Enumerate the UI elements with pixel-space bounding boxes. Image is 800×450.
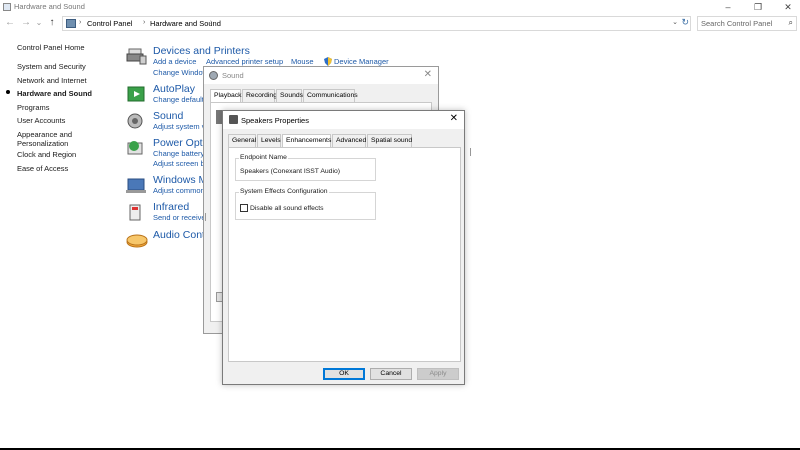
category-title[interactable]: Devices and Printers <box>153 45 250 57</box>
speaker-icon <box>209 71 218 80</box>
endpoint-group: Endpoint Name Speakers (Conexant ISST Au… <box>235 154 376 181</box>
search-box: ⌕ <box>697 16 797 31</box>
speaker-icon <box>127 113 143 129</box>
nav-item-system-and-security[interactable]: System and Security <box>17 62 86 71</box>
chevron-right-icon: › <box>210 19 213 26</box>
cancel-button[interactable]: Cancel <box>370 368 412 380</box>
breadcrumb-control-panel[interactable]: Control Panel <box>87 19 132 28</box>
category-title[interactable]: Infrared <box>153 201 189 213</box>
endpoint-label: Endpoint Name <box>239 154 288 161</box>
link-adjust-system-volume[interactable]: Adjust system v <box>153 122 206 131</box>
control-panel-icon <box>3 3 11 11</box>
window-title: Hardware and Sound <box>14 2 85 11</box>
ok-button[interactable]: OK <box>323 368 365 380</box>
dialog-title: Speakers Properties <box>241 116 309 125</box>
tab-sounds[interactable]: Sounds <box>276 89 303 102</box>
search-input[interactable] <box>701 17 786 30</box>
category-title[interactable]: AutoPlay <box>153 83 195 95</box>
nav-item-network-and-internet[interactable]: Network and Internet <box>17 76 87 85</box>
chevron-right-icon: › <box>143 19 146 26</box>
tab-enhancements[interactable]: Enhancements <box>282 134 331 148</box>
nav-item-programs[interactable]: Programs <box>17 103 50 112</box>
tab-recording[interactable]: Recording <box>242 89 277 102</box>
control-panel-icon <box>66 19 76 28</box>
tab-playback[interactable]: Playback <box>210 89 242 103</box>
forward-arrow-icon[interactable]: → <box>20 17 32 29</box>
system-effects-label: System Effects Configuration <box>239 188 329 195</box>
tab-general[interactable]: General <box>228 134 256 147</box>
navigation-bar: ← → ⌄ ↑ › Control Panel › Hardware and S… <box>0 15 800 32</box>
close-icon[interactable]: ✕ <box>424 69 432 80</box>
infrared-icon <box>129 204 141 221</box>
link-adjust-screen-brightness[interactable]: Adjust screen b <box>153 159 205 168</box>
divider <box>470 148 471 156</box>
tab-advanced[interactable]: Advanced <box>332 134 366 147</box>
autoplay-icon <box>127 86 145 102</box>
nav-item-clock-and-region[interactable]: Clock and Region <box>17 150 76 159</box>
refresh-icon[interactable]: ↻ <box>681 17 689 28</box>
disable-effects-label[interactable]: Disable all sound effects <box>250 205 324 212</box>
link-add-a-device[interactable]: Add a device <box>153 57 196 66</box>
link-mouse[interactable]: Mouse <box>291 57 314 66</box>
dialog-title-bar: Speakers Properties ✕ <box>223 111 464 129</box>
category-title[interactable]: Sound <box>153 110 183 122</box>
divider <box>205 213 206 221</box>
nav-item-user-accounts[interactable]: User Accounts <box>17 116 65 125</box>
link-advanced-printer-setup[interactable]: Advanced printer setup <box>206 57 283 66</box>
search-icon[interactable]: ⌕ <box>789 18 793 28</box>
address-bar[interactable]: › Control Panel › Hardware and Sound › ⌄… <box>62 16 691 31</box>
link-change-battery[interactable]: Change battery <box>153 149 204 158</box>
tab-spatial-sound[interactable]: Spatial sound <box>367 134 412 147</box>
audio-icon <box>126 234 148 248</box>
title-bar: Hardware and Sound – ❐ ✕ <box>0 0 800 14</box>
enhancements-panel: Endpoint Name Speakers (Conexant ISST Au… <box>228 147 461 362</box>
power-icon <box>127 141 143 155</box>
dialog-title: Sound <box>222 71 244 80</box>
link-change-default[interactable]: Change default <box>153 95 204 104</box>
speakers-properties-dialog: Speakers Properties ✕ General Levels Enh… <box>222 110 465 385</box>
minimize-button[interactable]: – <box>718 1 738 13</box>
speaker-icon <box>229 115 238 124</box>
maximize-button[interactable]: ❐ <box>748 1 768 13</box>
nav-item-appearance-and-personalization[interactable]: Appearance and Personalization <box>17 130 87 148</box>
printer-icon <box>126 48 147 65</box>
disable-effects-checkbox[interactable] <box>240 204 248 212</box>
nav-item-hardware-and-sound[interactable]: Hardware and Sound <box>17 89 92 98</box>
up-arrow-icon[interactable]: ↑ <box>46 17 58 29</box>
recent-dropdown-icon[interactable]: ⌄ <box>33 17 45 29</box>
shield-icon <box>324 57 332 66</box>
link-adjust-common[interactable]: Adjust common <box>153 186 205 195</box>
mobility-icon <box>126 178 146 193</box>
nav-item-ease-of-access[interactable]: Ease of Access <box>17 164 68 173</box>
close-icon[interactable]: ✕ <box>450 113 458 124</box>
chevron-down-icon[interactable]: ⌄ <box>672 18 678 26</box>
link-device-manager[interactable]: Device Manager <box>334 57 389 66</box>
system-effects-group: System Effects Configuration Disable all… <box>235 188 376 220</box>
chevron-right-icon: › <box>79 19 82 26</box>
dialog-title-bar: Sound ✕ <box>204 67 438 84</box>
back-arrow-icon[interactable]: ← <box>4 17 16 29</box>
tab-levels[interactable]: Levels <box>257 134 281 147</box>
nav-item-control-panel-home[interactable]: Control Panel Home <box>17 43 85 52</box>
apply-button[interactable]: Apply <box>417 368 459 380</box>
active-bullet-icon <box>6 90 10 94</box>
endpoint-value: Speakers (Conexant ISST Audio) <box>240 168 340 175</box>
close-button[interactable]: ✕ <box>778 1 798 13</box>
tab-communications[interactable]: Communications <box>303 89 358 102</box>
